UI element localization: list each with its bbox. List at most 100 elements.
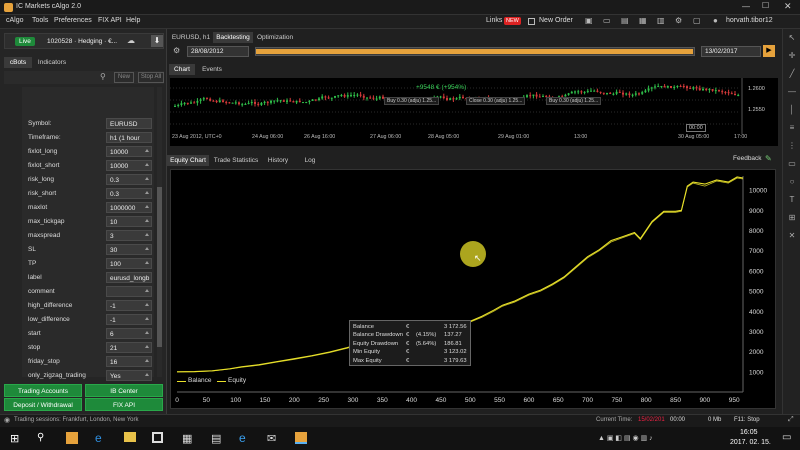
fullscreen-icon[interactable]: ⤢ [788,416,794,424]
circle-tool-icon[interactable]: ○ [787,177,797,187]
chat-icon[interactable]: ▭ [603,16,611,25]
param-value-field[interactable]: -1 [106,314,152,325]
param-value-field[interactable]: 6 [106,328,152,339]
f11-stop-button[interactable]: F11: Stop [734,417,760,423]
menu-fix-api[interactable]: FIX API [98,17,122,24]
tab-optimization[interactable]: Optimization [254,32,296,43]
edge-browser-icon[interactable]: e [95,431,102,445]
feedback-icon[interactable]: ✎ [765,154,772,163]
trading-accounts-button[interactable]: Trading Accounts [4,384,82,397]
tab-log[interactable]: Log [295,155,325,166]
date-range-slider[interactable] [255,47,695,56]
tray-icons[interactable]: ▲ ▣ ◧ ▤ ◉ ▥ ♪ [598,434,653,442]
minimize-button[interactable]: — [742,2,750,11]
layout-icon[interactable]: ▢ [693,16,701,25]
search-icon[interactable]: ⚲ [100,72,106,81]
param-value-field[interactable]: Yes [106,370,152,381]
calculator-icon[interactable]: ▦ [182,432,192,445]
user-name[interactable]: horvath.tibor12 [726,17,773,24]
calendar-icon[interactable]: ▦ [639,16,647,25]
taskbar-date[interactable]: 2017. 02. 15. [730,439,771,446]
param-value-field[interactable] [106,286,152,297]
tab-indicators[interactable]: Indicators [34,57,70,68]
param-value-field[interactable]: -1 [106,300,152,311]
menu-help[interactable]: Help [126,17,140,24]
download-icon[interactable]: ⬇ [151,35,163,47]
feedback-button[interactable]: Feedback [733,155,762,162]
tab-chart[interactable]: Chart [169,64,195,75]
delete-tool-icon[interactable]: ✕ [787,231,797,241]
candle-body [452,98,455,100]
vertical-line-icon[interactable]: │ [787,105,797,115]
ib-center-button[interactable]: IB Center [85,384,163,397]
search-taskbar-icon[interactable]: ⚲ [37,432,44,443]
tab-events[interactable]: Events [197,64,227,75]
taskbar-clock[interactable]: 16:05 [740,429,758,436]
candle-body [692,87,695,89]
task-view-icon[interactable] [66,432,78,444]
param-value-field[interactable]: h1 (1 hour [106,132,152,143]
param-value-field[interactable]: 0.3 [106,188,152,199]
line-tool-icon[interactable]: ╱ [787,69,797,79]
param-value-field[interactable]: 10000 [106,160,152,171]
menu-calgo[interactable]: cAlgo [6,17,24,24]
params-scrollbar[interactable] [157,87,162,377]
file-explorer-icon[interactable] [124,432,136,442]
cloud-icon[interactable]: ☁ [127,36,135,45]
settings-icon[interactable]: ⚙ [173,46,180,55]
param-value-field[interactable]: 10000 [106,146,152,157]
calendar-app-icon[interactable]: ▤ [211,432,221,445]
screenshot-icon[interactable]: ▣ [585,16,593,25]
param-value-field[interactable]: 3 [106,230,152,241]
live-badge[interactable]: Live [15,37,35,46]
tab-symbol[interactable]: EURUSD, h1 [169,32,213,43]
param-value-field[interactable]: EURUSD [106,118,152,129]
param-value-field[interactable]: 30 [106,244,152,255]
ruler-tool-icon[interactable]: ⊞ [787,213,797,223]
links-link[interactable]: Links [486,17,502,24]
maximize-button[interactable]: ☐ [762,1,769,10]
equity-chart[interactable]: 0 50 100 150 200 250 300 350 400 450 500 550 600 650 7… [170,169,776,409]
store-icon[interactable] [152,432,163,443]
param-value-field[interactable]: 0.3 [106,174,152,185]
mail-icon[interactable]: ✉ [267,432,276,445]
start-date-field[interactable]: 28/08/2012 [187,46,249,57]
news-icon[interactable]: ▥ [657,16,665,25]
fix-api-button[interactable]: FIX API [85,398,163,411]
tab-cbots[interactable]: cBots [4,57,32,68]
rectangle-tool-icon[interactable]: ▭ [787,159,797,169]
close-button[interactable]: ✕ [784,1,792,12]
windows-start-icon[interactable]: ⊞ [10,432,19,445]
tab-backtesting[interactable]: Backtesting [213,32,253,43]
param-value-field[interactable]: 21 [106,342,152,353]
calgo-taskbar-icon[interactable] [295,432,307,444]
notification-icon[interactable]: ▭ [782,432,791,443]
tab-history[interactable]: History [263,155,293,166]
cursor-tool-icon[interactable]: ↖ [787,33,797,43]
tab-trade-statistics[interactable]: Trade Statistics [210,155,262,166]
lock-icon[interactable]: ▤ [621,16,629,25]
tab-equity-chart[interactable]: Equity Chart [167,155,209,166]
fibonacci-tool-icon[interactable]: ⋮ [787,141,797,151]
text-tool-icon[interactable]: T [787,195,797,205]
account-id[interactable]: 1020528 · Hedging · €... [47,38,117,45]
channel-tool-icon[interactable]: ≡ [787,123,797,133]
play-button[interactable]: ▶ [763,45,775,57]
end-date-field[interactable]: 13/02/2017 [701,46,761,57]
param-value-field[interactable]: 10 [106,216,152,227]
stop-all-button[interactable]: Stop All [138,72,164,83]
new-button[interactable]: New [114,72,134,83]
crosshair-tool-icon[interactable]: ✛ [787,51,797,61]
scroll-thumb[interactable] [157,187,162,347]
param-value-field[interactable]: 1000000 [106,202,152,213]
menu-preferences[interactable]: Preferences [54,17,92,24]
gear-icon[interactable]: ⚙ [675,16,682,25]
menu-tools[interactable]: Tools [32,17,48,24]
deposit-withdrawal-button[interactable]: Deposit / Withdrawal [4,398,82,411]
horizontal-line-icon[interactable]: ― [787,87,797,97]
param-value-field[interactable]: 100 [106,258,152,269]
param-value-field[interactable]: 16 [106,356,152,367]
new-order-button[interactable]: New Order [539,17,573,24]
param-value-field[interactable]: eurusd_longb [106,272,152,283]
ie-browser-icon[interactable]: e [239,431,246,445]
